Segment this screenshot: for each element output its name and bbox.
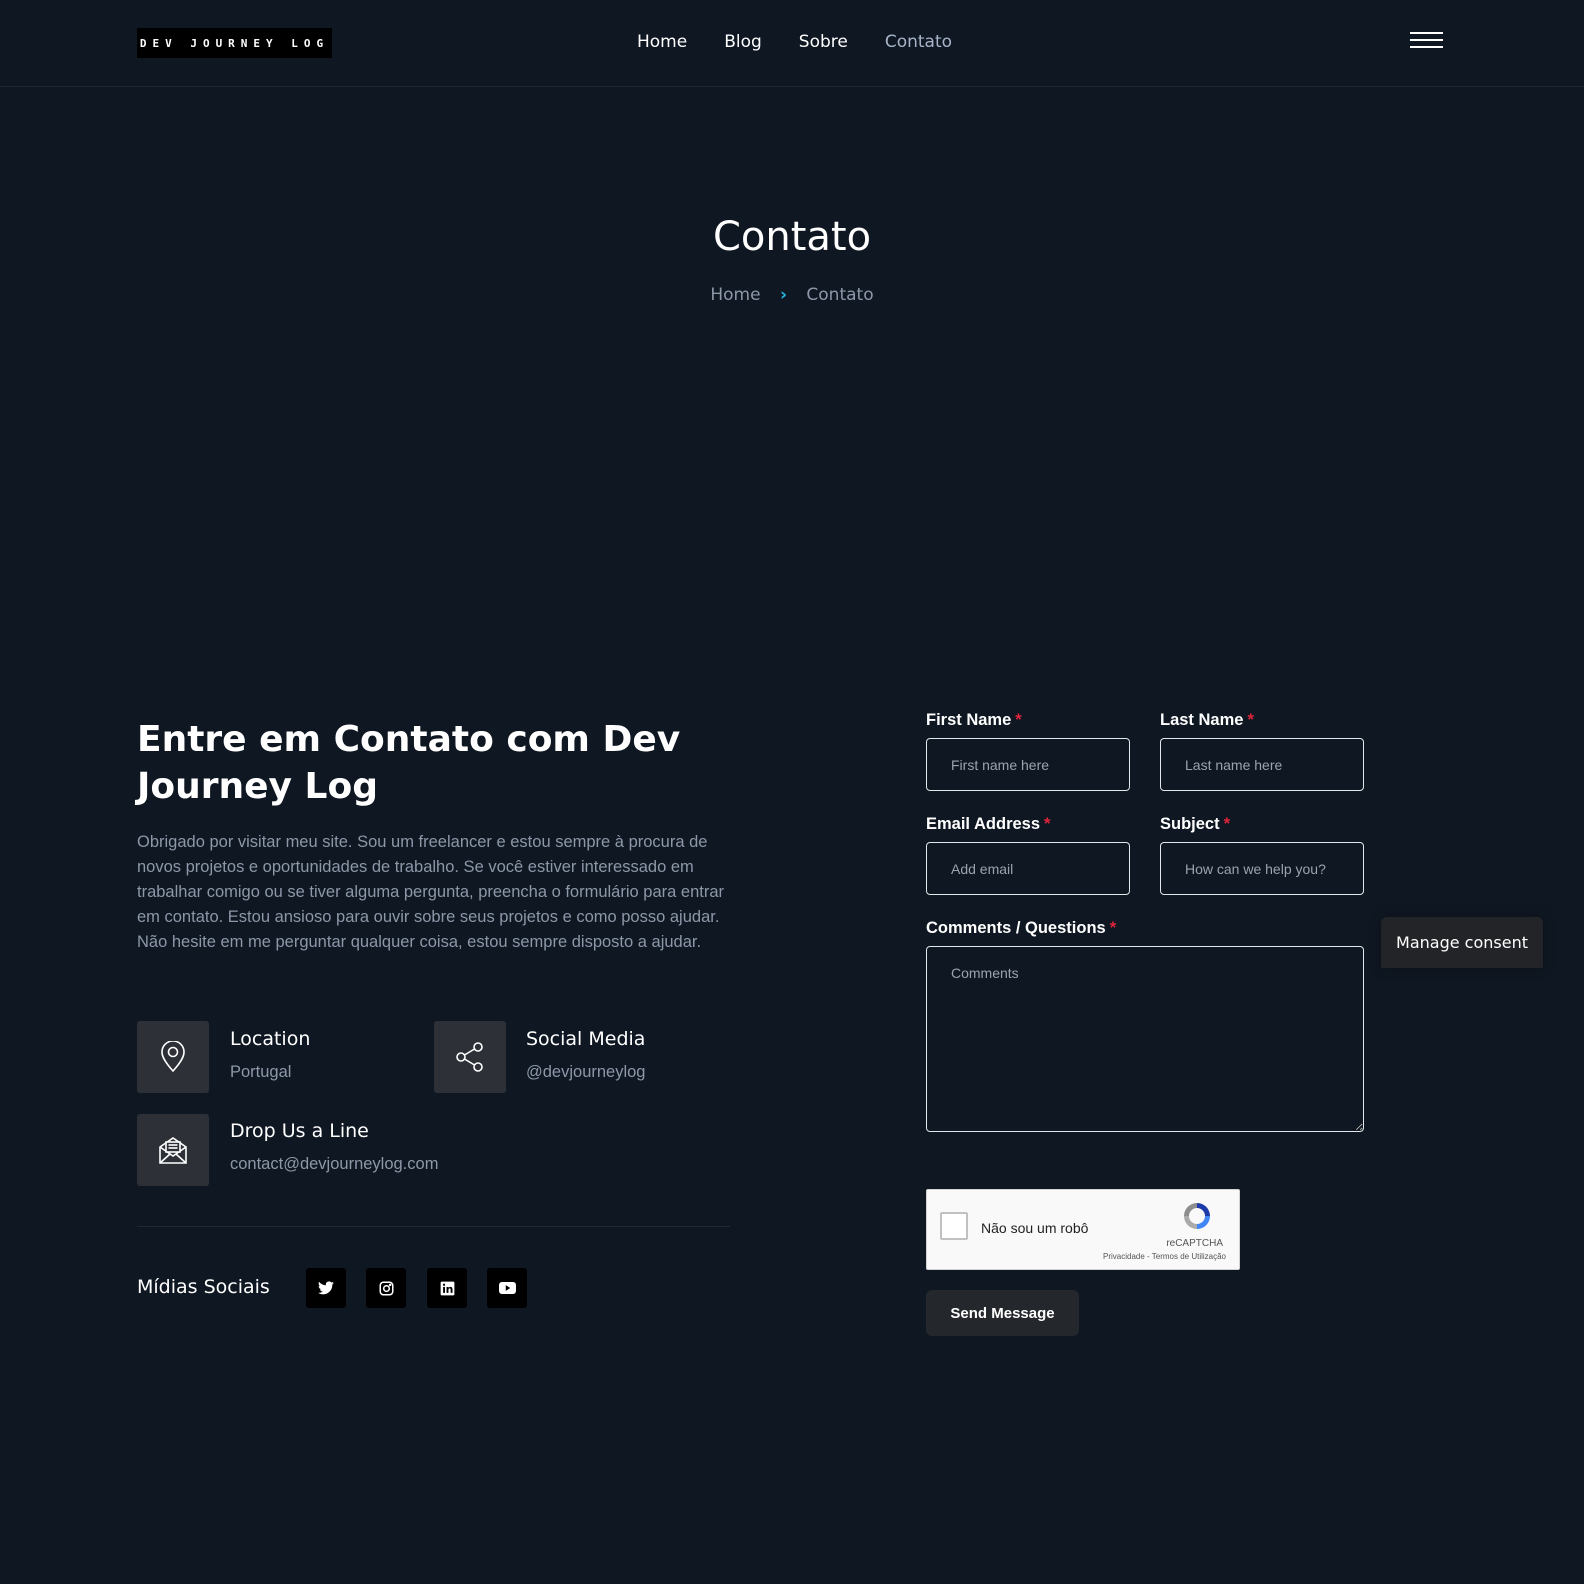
recaptcha-checkbox[interactable]	[940, 1212, 968, 1240]
breadcrumb: Home › Contato	[0, 285, 1584, 305]
contact-heading: Entre em Contato com Dev Journey Log	[137, 719, 681, 807]
manage-consent-button[interactable]: Manage consent	[1381, 917, 1543, 968]
breadcrumb-current: Contato	[806, 285, 874, 305]
main-nav: Home Blog Sobre Contato	[637, 32, 989, 52]
nav-sobre[interactable]: Sobre	[799, 32, 848, 52]
nav-home[interactable]: Home	[637, 32, 687, 52]
hamburger-menu-icon[interactable]	[1410, 32, 1443, 49]
email-title: Drop Us a Line	[230, 1120, 369, 1142]
share-icon	[434, 1021, 506, 1093]
linkedin-icon[interactable]	[427, 1268, 467, 1308]
comments-label: Comments / Questions *	[926, 919, 1117, 937]
comments-textarea[interactable]	[926, 946, 1364, 1132]
page-title: Contato	[712, 214, 872, 260]
send-message-button[interactable]: Send Message	[926, 1290, 1079, 1336]
recaptcha-terms[interactable]: Privacidade - Termos de Utilização	[1103, 1252, 1226, 1261]
first-name-input[interactable]	[926, 738, 1130, 791]
location-title: Location	[230, 1028, 311, 1050]
intro-text: Obrigado por visitar meu site. Sou um fr…	[137, 833, 724, 951]
email-input[interactable]	[926, 842, 1130, 895]
nav-contato[interactable]: Contato	[885, 32, 952, 52]
subject-label: Subject *	[1160, 815, 1231, 833]
recaptcha-logo-icon	[1181, 1200, 1213, 1237]
subject-input[interactable]	[1160, 842, 1364, 895]
last-name-label: Last Name *	[1160, 711, 1254, 729]
instagram-icon[interactable]	[366, 1268, 406, 1308]
youtube-icon[interactable]	[487, 1268, 527, 1308]
location-value: Portugal	[230, 1063, 292, 1081]
divider	[137, 1226, 730, 1227]
email-label: Email Address *	[926, 815, 1051, 833]
recaptcha-label: Não sou um robô	[981, 1220, 1089, 1236]
email-value[interactable]: contact@devjourneylog.com	[230, 1155, 438, 1174]
social-media-handle: @devjourneylog	[526, 1063, 646, 1081]
twitter-icon[interactable]	[306, 1268, 346, 1308]
last-name-input[interactable]	[1160, 738, 1364, 791]
breadcrumb-home[interactable]: Home	[710, 285, 760, 305]
recaptcha-brand: reCAPTCHA	[1166, 1238, 1223, 1249]
site-header: DEV JOURNEY LOG Home Blog Sobre Contato	[0, 0, 1584, 87]
map-pin-icon	[137, 1021, 209, 1093]
nav-blog[interactable]: Blog	[724, 32, 762, 52]
site-logo[interactable]: DEV JOURNEY LOG	[137, 28, 332, 58]
mail-icon	[137, 1114, 209, 1186]
recaptcha-widget: Não sou um robô reCAPTCHA Privacidade - …	[926, 1189, 1240, 1270]
first-name-label: First Name *	[926, 711, 1022, 729]
social-media-title: Social Media	[526, 1028, 646, 1050]
chevron-right-icon: ›	[779, 285, 787, 305]
social-media-heading: Mídias Sociais	[137, 1276, 270, 1298]
